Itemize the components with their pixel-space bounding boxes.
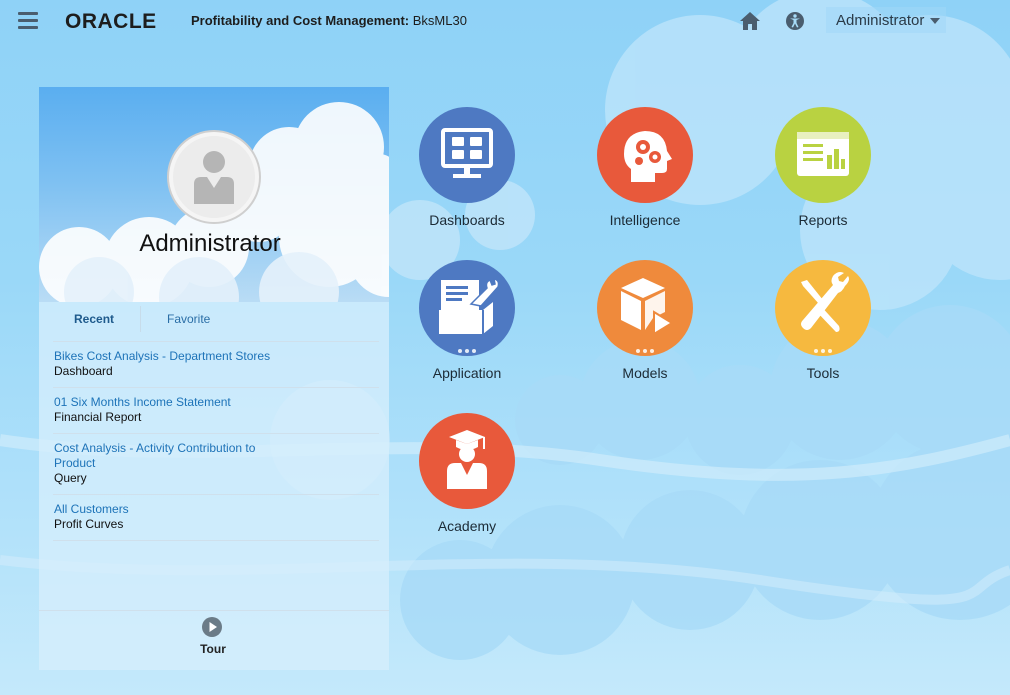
tour-button[interactable]: Tour xyxy=(39,610,389,670)
tile-label: Models xyxy=(622,365,668,381)
top-bar: ORACLE Profitability and Cost Management… xyxy=(0,0,1010,42)
recent-item[interactable]: All Customers Profit Curves xyxy=(53,495,379,541)
recent-item-type: Financial Report xyxy=(54,410,142,424)
app-instance: BksML30 xyxy=(412,13,467,28)
more-dots-icon xyxy=(419,340,515,358)
home-icon[interactable] xyxy=(739,11,761,31)
panel-header: Administrator xyxy=(39,87,389,302)
oracle-logo: ORACLE xyxy=(65,10,157,33)
models-circle xyxy=(597,260,693,356)
app-name: Profitability and Cost Management: xyxy=(191,13,410,28)
tile-intelligence[interactable]: Intelligence xyxy=(574,107,714,242)
panel-user-name: Administrator xyxy=(139,230,281,257)
tile-application[interactable]: Application xyxy=(396,260,536,395)
more-dots-icon xyxy=(775,340,871,358)
head-gears-icon xyxy=(624,131,672,182)
recent-item[interactable]: Bikes Cost Analysis - Department Stores … xyxy=(53,341,379,388)
reports-circle xyxy=(775,107,871,203)
recent-item-title[interactable]: Cost Analysis - Activity Contribution to… xyxy=(54,441,274,471)
caret-down-icon xyxy=(930,18,941,25)
tile-label: Academy xyxy=(437,518,497,534)
recent-item[interactable]: Cost Analysis - Activity Contribution to… xyxy=(53,434,379,495)
tile-label: Dashboards xyxy=(429,212,505,228)
recent-item-title[interactable]: All Customers xyxy=(54,502,379,517)
dashboards-circle xyxy=(419,107,515,203)
academy-circle xyxy=(419,413,515,509)
more-dots-icon xyxy=(597,340,693,358)
recent-item-type: Query xyxy=(54,471,87,485)
user-panel: Administrator Recent Favorite Bikes Cost… xyxy=(39,87,389,670)
recent-item-type: Dashboard xyxy=(54,364,113,378)
tile-academy[interactable]: Academy xyxy=(396,413,536,548)
app-title: Profitability and Cost Management: BksML… xyxy=(191,13,467,28)
hamburger-menu-icon[interactable] xyxy=(18,12,38,30)
avatar xyxy=(169,132,259,222)
recent-item-type: Profit Curves xyxy=(54,517,124,531)
tile-label: Tools xyxy=(806,365,840,381)
recent-item-title[interactable]: Bikes Cost Analysis - Department Stores xyxy=(54,349,379,364)
accessibility-icon[interactable] xyxy=(785,11,805,31)
tile-label: Application xyxy=(432,365,502,381)
graduate-icon xyxy=(447,430,487,489)
play-circle-icon xyxy=(202,617,222,637)
tab-favorite[interactable]: Favorite xyxy=(167,312,210,326)
tour-label: Tour xyxy=(200,642,226,656)
application-circle xyxy=(419,260,515,356)
tile-reports[interactable]: Reports xyxy=(752,107,892,242)
tab-divider xyxy=(140,306,141,332)
recent-item[interactable]: 01 Six Months Income Statement Financial… xyxy=(53,388,379,434)
dashboard-monitor-icon xyxy=(441,128,493,178)
user-menu-label: Administrator xyxy=(836,12,925,29)
tile-label: Intelligence xyxy=(609,212,681,228)
tile-label: Reports xyxy=(798,212,848,228)
tab-recent[interactable]: Recent xyxy=(74,312,114,326)
recent-list: Bikes Cost Analysis - Department Stores … xyxy=(53,341,379,541)
user-menu[interactable]: Administrator xyxy=(826,7,946,33)
recent-item-title[interactable]: 01 Six Months Income Statement xyxy=(54,395,379,410)
user-silhouette-icon xyxy=(194,151,234,204)
tile-models[interactable]: Models xyxy=(574,260,714,395)
report-chart-icon xyxy=(797,132,849,176)
tile-dashboards[interactable]: Dashboards xyxy=(396,107,536,242)
tile-tools[interactable]: Tools xyxy=(752,260,892,395)
tools-circle xyxy=(775,260,871,356)
intelligence-circle xyxy=(597,107,693,203)
panel-tabs: Recent Favorite xyxy=(39,302,389,338)
